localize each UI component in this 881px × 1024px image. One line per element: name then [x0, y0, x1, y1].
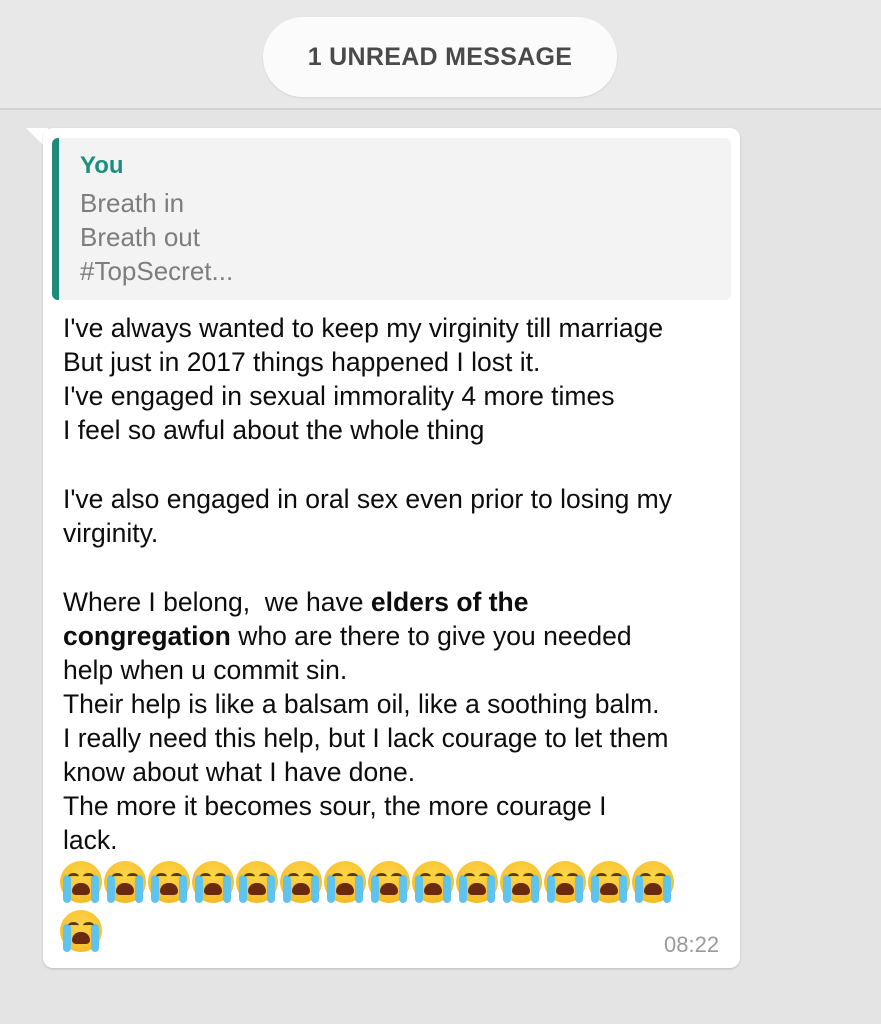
- loudly-crying-face-icon: [148, 861, 190, 903]
- loudly-crying-face-icon: [500, 861, 542, 903]
- loudly-crying-face-icon: [632, 861, 674, 903]
- loudly-crying-face-icon: [368, 861, 410, 903]
- message-line: virginity.: [63, 518, 159, 548]
- quote-line: #TopSecret...: [80, 256, 234, 286]
- loudly-crying-face-icon: [456, 861, 498, 903]
- message-line: Their help is like a balsam oil, like a …: [63, 689, 660, 719]
- message-line: But just in 2017 things happened I lost …: [63, 347, 541, 377]
- loudly-crying-face-icon: [544, 861, 586, 903]
- message-line: I really need this help, but I lack cour…: [63, 723, 669, 753]
- quote-accent-bar: [52, 138, 59, 300]
- loudly-crying-face-icon: [192, 861, 234, 903]
- loudly-crying-face-icon: [412, 861, 454, 903]
- message-line: lack.: [63, 825, 118, 855]
- quote-line: Breath out: [80, 222, 200, 252]
- message-text: who are there to give you needed: [230, 621, 632, 651]
- message-line: I've also engaged in oral sex even prior…: [63, 484, 673, 514]
- unread-banner-area: 1 UNREAD MESSAGE: [0, 0, 881, 110]
- loudly-crying-face-icon: [324, 861, 366, 903]
- message-line: Where I belong, we have elders of the: [63, 587, 528, 618]
- emoji-row: [60, 861, 674, 903]
- loudly-crying-face-icon: [60, 910, 102, 952]
- quoted-message[interactable]: You Breath in Breath out #TopSecret...: [52, 138, 731, 300]
- unread-message-label: 1 UNREAD MESSAGE: [307, 42, 573, 71]
- loudly-crying-face-icon: [60, 861, 102, 903]
- message-bold-text: congregation: [63, 621, 231, 651]
- loudly-crying-face-icon: [104, 861, 146, 903]
- quote-line: Breath in: [80, 188, 185, 218]
- loudly-crying-face-icon: [236, 861, 278, 903]
- message-line: I've always wanted to keep my virginity …: [63, 313, 664, 343]
- loudly-crying-face-icon: [280, 861, 322, 903]
- message-text: Where I belong, we have: [63, 587, 371, 617]
- message-line: I feel so awful about the whole thing: [63, 415, 485, 445]
- message-timestamp: 08:22: [664, 932, 720, 957]
- message-line: help when u commit sin.: [63, 655, 348, 685]
- chat-screen: 1 UNREAD MESSAGE You Breath in Breath ou…: [0, 0, 881, 1024]
- message-bold-text: elders of the: [370, 587, 529, 617]
- message-line: congregation who are there to give you n…: [63, 621, 632, 652]
- loudly-crying-face-icon: [588, 861, 630, 903]
- message-line: know about what I have done.: [63, 757, 416, 787]
- emoji-row: [60, 910, 102, 952]
- quote-author: You: [80, 152, 124, 179]
- message-line: I've engaged in sexual immorality 4 more…: [63, 381, 615, 411]
- message-line: The more it becomes sour, the more coura…: [63, 791, 607, 821]
- unread-message-pill: 1 UNREAD MESSAGE: [263, 17, 617, 97]
